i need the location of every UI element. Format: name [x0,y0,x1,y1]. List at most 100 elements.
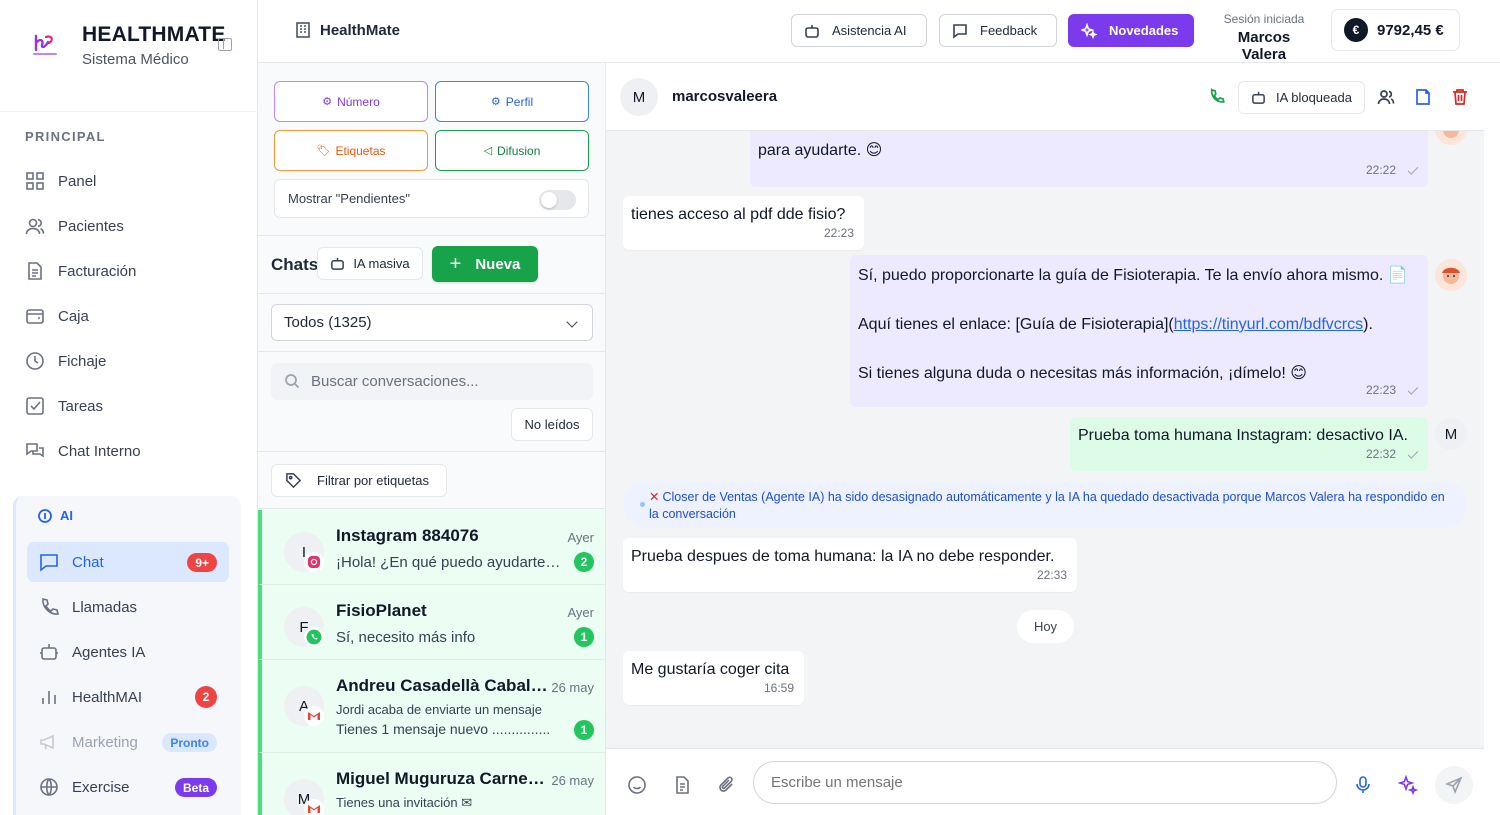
feedback-button[interactable]: Feedback [939,14,1057,47]
tag-filter-label: Filtrar por etiquetas [317,473,429,488]
tag-icon: 🏷 [316,145,331,157]
chat-list-panel: ⚙ Número ⚙ Perfil 🏷 Etiquetas ◁ Difusion Mos… [258,63,606,815]
tag-filter-button[interactable]: Filtrar por etiquetas [271,464,447,497]
top-bar: HealthMate Asistencia AI Feedback Noveda… [258,0,1500,63]
sidebar-item-agentes-ia[interactable]: Agentes IA [27,632,229,672]
profile-filter-label: Perfil [505,94,534,109]
sidebar-item-llamadas[interactable]: Llamadas [27,587,229,627]
tags-button[interactable]: 🏷 Etiquetas [274,130,428,171]
divider [258,235,605,236]
paperclip-icon[interactable] [717,775,737,795]
number-filter-label: Número [337,94,380,109]
profile-filter-button[interactable]: ⚙ Perfil [435,81,589,122]
sidebar-item-fichaje[interactable]: Fichaje [25,346,106,376]
megaphone-icon [40,734,54,750]
sidebar-item-caja[interactable]: Caja [25,301,89,331]
conversation-time: 26 may [551,680,594,695]
conversation-item[interactable]: I Instagram 884076 Ayer ¡Hola! ¿En qué p… [258,510,605,585]
ai-assistance-button[interactable]: Asistencia AI [791,14,927,47]
sidebar-item-chat-interno[interactable]: Chat Interno [25,436,141,466]
message-time: 16:59 [763,681,794,695]
sidebar-item-panel[interactable]: Panel [25,166,96,196]
tags-label: Etiquetas [335,143,386,158]
conversation-item[interactable]: F FisioPlanet Ayer Sí, necesito más info… [258,585,605,660]
app-root: HEALTHMATE Sistema Médico PRINCIPAL Pane… [0,0,1500,815]
notes-icon[interactable] [1414,88,1432,106]
message-bubble-outgoing-ai: Sí, puedo proporcionarte la guía de Fisi… [850,255,1428,407]
brand-subtitle: Sistema Médico [82,51,189,68]
divider [258,451,605,452]
message-square-icon [40,554,58,572]
conversation-preview: ¡Hola! ¿En qué puedo ayudarte h... [336,554,562,571]
ai-blocked-label: IA bloqueada [1276,90,1352,105]
sidebar-item-chat[interactable]: Chat 9+ [27,542,229,582]
phone-icon[interactable] [1208,88,1226,106]
message-text: ). [1363,316,1373,333]
sidebar-item-marketing[interactable]: Marketing Pronto [27,722,229,762]
send-button[interactable] [1435,766,1473,804]
divider [258,508,605,509]
chat-area: M marcosvaleera IA bloqueada para ayudar… [606,63,1484,815]
conversation-preview: Jordi acaba de enviarte un mensaje [336,702,542,717]
emoji-icon[interactable] [627,775,647,795]
unread-filter-button[interactable]: No leídos [511,408,593,441]
contact-avatar: M [620,78,658,116]
sidebar-item-facturacion[interactable]: Facturación [25,256,136,286]
sidebar-item-label: Marketing [72,733,138,751]
search-input[interactable]: Buscar conversaciones... [271,363,593,400]
pending-toggle-switch[interactable] [539,190,576,210]
sparkles-icon[interactable] [1398,775,1418,795]
sparkles-icon [1081,22,1097,39]
chats-heading: Chats [271,255,319,274]
conversation-time: Ayer [567,605,595,620]
clock-icon [26,352,44,370]
pdf-link[interactable]: https://tinyurl.com/bdfvcrcs [1174,316,1363,333]
bot-icon [40,644,58,660]
message-time: 22:23 [823,226,854,240]
message-text: para ayudarte. 😊 [758,142,883,159]
news-button[interactable]: Novedades [1068,14,1194,47]
sidebar-item-healthmai[interactable]: HealthMAI 2 [27,677,229,717]
message-text: Prueba despues de toma humana: la IA no … [631,548,1055,565]
conversation-item[interactable]: A Andreu Casadellà Caballer... 26 may Jo… [258,660,605,753]
sidebar-collapse-icon[interactable] [218,38,232,51]
sidebar-item-label: HealthMAI [72,688,143,706]
euro-icon: € [1344,18,1368,42]
message-composer [606,748,1484,815]
wallet-icon [26,309,44,324]
ai-blocked-button[interactable]: IA bloqueada [1238,81,1365,114]
new-chat-button[interactable]: + Nueva [432,246,538,282]
conversation-item[interactable]: M Miguel Muguruza Carneva... 26 may Tien… [258,753,605,815]
mass-ai-button[interactable]: IA masiva [317,247,423,280]
message-paragraph-2: Aquí tienes el enlace: [Guía de Fisioter… [858,313,1420,337]
microphone-icon[interactable] [1353,775,1373,795]
day-separator: Hoy [1017,610,1074,643]
bot-icon [331,257,345,270]
template-document-icon[interactable] [672,775,692,795]
sidebar-item-label: Facturación [58,262,137,280]
sidebar-item-pacientes[interactable]: Pacientes [25,211,124,241]
message-bubble-outgoing-human: Prueba toma humana Instagram: desactivo … [1070,417,1428,471]
gear-icon: ⚙ [490,96,501,108]
session-info: Sesión iniciada Marcos Valera [1214,12,1314,63]
sidebar-item-tareas[interactable]: Tareas [25,391,103,421]
grid-icon [26,172,44,190]
message-time-value: 22:23 [1365,383,1396,397]
app-title-label: HealthMate [320,21,401,39]
unread-count-badge: 1 [574,720,594,740]
news-label: Novedades [1109,23,1179,38]
balance-widget[interactable]: € 9792,45 € [1331,9,1460,51]
message-paragraph-1: Sí, puedo proporcionarte la guía de Fisi… [858,267,1408,284]
chat-filter-select[interactable]: Todos (1325) [271,304,593,341]
send-icon [1445,776,1463,794]
user-assign-icon[interactable] [1377,88,1395,106]
sidebar-item-exercise[interactable]: Exercise Beta [27,767,229,807]
brand-name: HEALTHMATE [82,23,226,46]
broadcast-button[interactable]: ◁ Difusion [435,130,589,171]
message-input[interactable] [753,761,1337,804]
number-filter-button[interactable]: ⚙ Número [274,81,428,122]
broadcast-label: Difusion [497,143,541,158]
conversation-preview: Sí, necesito más info [336,629,476,646]
instagram-icon [304,552,324,572]
trash-icon[interactable] [1451,88,1469,106]
